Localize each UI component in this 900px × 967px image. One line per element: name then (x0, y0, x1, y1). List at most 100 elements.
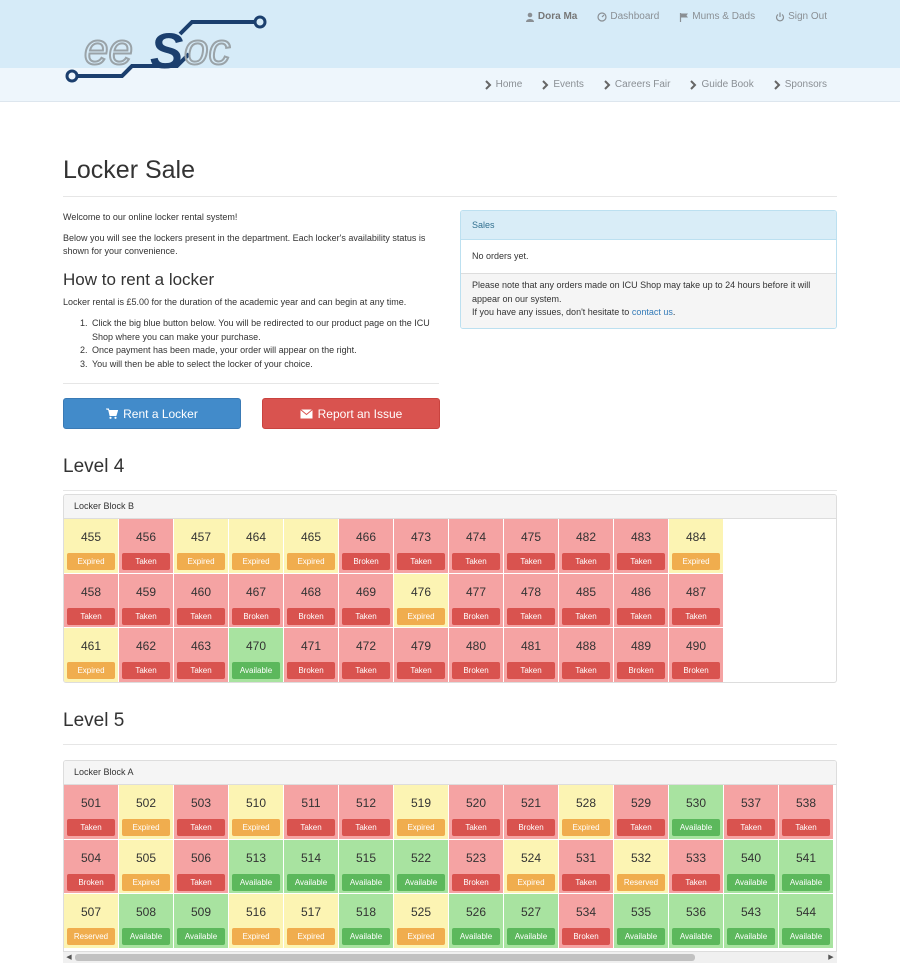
report-issue-button[interactable]: Report an Issue (262, 398, 440, 429)
locker-528[interactable]: 528 Expired (559, 785, 614, 840)
step-item: Click the big blue button below. You wil… (90, 317, 438, 344)
locker-524[interactable]: 524 Expired (504, 839, 559, 894)
locker-468[interactable]: 468 Broken (284, 573, 339, 628)
nav-guide-book[interactable]: Guide Book (688, 79, 754, 90)
locker-512[interactable]: 512 Taken (339, 785, 394, 840)
locker-467[interactable]: 467 Broken (229, 573, 284, 628)
locker-515[interactable]: 515 Available (339, 839, 394, 894)
locker-458[interactable]: 458 Taken (64, 573, 119, 628)
locker-480[interactable]: 480 Broken (449, 628, 504, 682)
locker-518[interactable]: 518 Available (339, 894, 394, 949)
rent-locker-button[interactable]: Rent a Locker (63, 398, 241, 429)
locker-501[interactable]: 501 Taken (64, 785, 119, 840)
locker-486[interactable]: 486 Taken (614, 573, 669, 628)
locker-543[interactable]: 543 Available (724, 894, 779, 949)
locker-503[interactable]: 503 Taken (174, 785, 229, 840)
locker-482[interactable]: 482 Taken (559, 519, 614, 574)
nav-events[interactable]: Events (540, 79, 584, 90)
user-icon (525, 12, 534, 22)
locker-536[interactable]: 536 Available (669, 894, 724, 949)
locker-516[interactable]: 516 Expired (229, 894, 284, 949)
locker-530[interactable]: 530 Available (669, 785, 724, 840)
scroll-right-icon[interactable]: ▶ (826, 953, 836, 963)
locker-463[interactable]: 463 Taken (174, 628, 229, 682)
horizontal-scrollbar[interactable]: ◀ ▶ (63, 951, 837, 963)
locker-483[interactable]: 483 Taken (614, 519, 669, 574)
scrollbar-thumb[interactable] (75, 954, 695, 961)
locker-521[interactable]: 521 Broken (504, 785, 559, 840)
locker-508[interactable]: 508 Available (119, 894, 174, 949)
locker-513[interactable]: 513 Available (229, 839, 284, 894)
nav-mums-dads[interactable]: Mums & Dads (679, 11, 755, 22)
locker-481[interactable]: 481 Taken (504, 628, 559, 682)
locker-466[interactable]: 466 Broken (339, 519, 394, 574)
locker-517[interactable]: 517 Expired (284, 894, 339, 949)
locker-474[interactable]: 474 Taken (449, 519, 504, 574)
locker-476[interactable]: 476 Expired (394, 573, 449, 628)
locker-479[interactable]: 479 Taken (394, 628, 449, 682)
nav-sponsors[interactable]: Sponsors (772, 79, 827, 90)
nav-sign-out[interactable]: Sign Out (775, 11, 827, 22)
locker-519[interactable]: 519 Expired (394, 785, 449, 840)
locker-473[interactable]: 473 Taken (394, 519, 449, 574)
locker-527[interactable]: 527 Available (504, 894, 559, 949)
locker-490[interactable]: 490 Broken (669, 628, 724, 682)
locker-541[interactable]: 541 Available (779, 839, 834, 894)
locker-number: 475 (520, 530, 542, 544)
scroll-left-icon[interactable]: ◀ (64, 953, 74, 963)
locker-472[interactable]: 472 Taken (339, 628, 394, 682)
locker-489[interactable]: 489 Broken (614, 628, 669, 682)
locker-484[interactable]: 484 Expired (669, 519, 724, 574)
locker-522[interactable]: 522 Available (394, 839, 449, 894)
locker-457[interactable]: 457 Expired (174, 519, 229, 574)
locker-502[interactable]: 502 Expired (119, 785, 174, 840)
locker-461[interactable]: 461 Expired (64, 628, 119, 682)
locker-number: 529 (630, 796, 652, 810)
locker-459[interactable]: 459 Taken (119, 573, 174, 628)
locker-504[interactable]: 504 Broken (64, 839, 119, 894)
user-menu[interactable]: Dora Ma (525, 11, 577, 22)
locker-533[interactable]: 533 Taken (669, 839, 724, 894)
locker-469[interactable]: 469 Taken (339, 573, 394, 628)
locker-531[interactable]: 531 Taken (559, 839, 614, 894)
locker-456[interactable]: 456 Taken (119, 519, 174, 574)
locker-529[interactable]: 529 Taken (614, 785, 669, 840)
locker-509[interactable]: 509 Available (174, 894, 229, 949)
locker-532[interactable]: 532 Reserved (614, 839, 669, 894)
locker-507[interactable]: 507 Reserved (64, 894, 119, 949)
locker-478[interactable]: 478 Taken (504, 573, 559, 628)
locker-523[interactable]: 523 Broken (449, 839, 504, 894)
locker-505[interactable]: 505 Expired (119, 839, 174, 894)
nav-dashboard[interactable]: Dashboard (597, 11, 659, 22)
contact-us-link[interactable]: contact us (632, 307, 673, 317)
locker-455[interactable]: 455 Expired (64, 519, 119, 574)
locker-485[interactable]: 485 Taken (559, 573, 614, 628)
locker-465[interactable]: 465 Expired (284, 519, 339, 574)
locker-511[interactable]: 511 Taken (284, 785, 339, 840)
locker-525[interactable]: 525 Expired (394, 894, 449, 949)
locker-535[interactable]: 535 Available (614, 894, 669, 949)
locker-475[interactable]: 475 Taken (504, 519, 559, 574)
eesoc-logo[interactable]: ee S oc (62, 12, 272, 88)
locker-506[interactable]: 506 Taken (174, 839, 229, 894)
locker-477[interactable]: 477 Broken (449, 573, 504, 628)
locker-462[interactable]: 462 Taken (119, 628, 174, 682)
locker-520[interactable]: 520 Taken (449, 785, 504, 840)
locker-538[interactable]: 538 Taken (779, 785, 834, 840)
locker-537[interactable]: 537 Taken (724, 785, 779, 840)
locker-block-b: Locker Block B 455 Expired 456 Taken 457 Expi… (63, 494, 837, 683)
nav-home[interactable]: Home (483, 79, 522, 90)
locker-464[interactable]: 464 Expired (229, 519, 284, 574)
locker-487[interactable]: 487 Taken (669, 573, 724, 628)
locker-488[interactable]: 488 Taken (559, 628, 614, 682)
locker-510[interactable]: 510 Expired (229, 785, 284, 840)
locker-526[interactable]: 526 Available (449, 894, 504, 949)
locker-460[interactable]: 460 Taken (174, 573, 229, 628)
locker-514[interactable]: 514 Available (284, 839, 339, 894)
nav-careers-fair[interactable]: Careers Fair (602, 79, 670, 90)
locker-540[interactable]: 540 Available (724, 839, 779, 894)
locker-471[interactable]: 471 Broken (284, 628, 339, 682)
locker-534[interactable]: 534 Broken (559, 894, 614, 949)
locker-544[interactable]: 544 Available (779, 894, 834, 949)
locker-470[interactable]: 470 Available (229, 628, 284, 682)
